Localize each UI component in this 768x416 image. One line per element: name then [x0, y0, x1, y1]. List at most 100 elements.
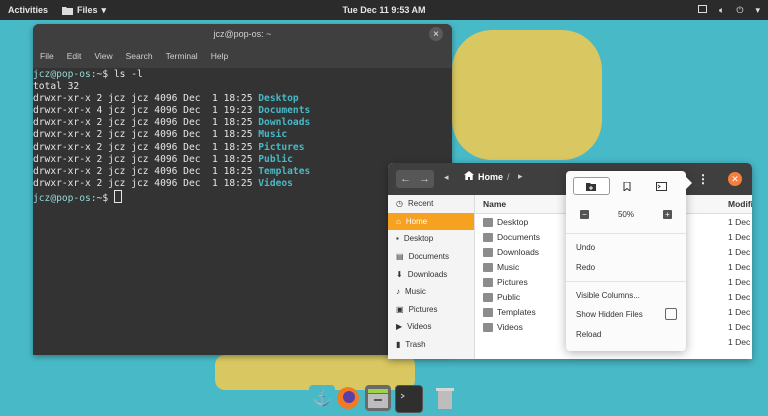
visible-columns-item[interactable]: Visible Columns... [576, 291, 640, 300]
terminal-icon[interactable] [395, 385, 423, 413]
download-icon: ⬇ [396, 269, 403, 279]
sidebar-item-pictures[interactable]: ▣ Pictures [388, 301, 474, 319]
zoom-control: − 50% + [580, 207, 672, 221]
terminal-title: jcz@pop-os: ~ [213, 29, 272, 39]
perm: drwxr-xr-x 2 jcz jcz 4096 Dec 1 18:25 [33, 117, 259, 129]
dir-name: Documents [258, 105, 311, 117]
folder-icon [483, 308, 493, 317]
show-hidden-checkbox[interactable] [665, 308, 677, 320]
sidebar-label: Trash [405, 340, 426, 350]
file-modified: 1 Dec [728, 262, 751, 272]
chevron-right-icon[interactable]: ▸ [518, 171, 523, 182]
separator: / [507, 171, 510, 182]
ls-entry: drwxr-xr-x 2 jcz jcz 4096 Dec 1 18:25 Pi… [33, 142, 452, 154]
prompt: jcz@pop-os: [33, 192, 97, 204]
desktop-icon: ▪ [396, 234, 399, 244]
window-icon [697, 5, 707, 15]
zoom-in-button[interactable]: + [662, 209, 672, 219]
perm: drwxr-xr-x 2 jcz jcz 4096 Dec 1 18:25 [33, 129, 259, 141]
sidebar-item-desktop[interactable]: ▪ Desktop [388, 230, 474, 248]
folder-icon [483, 278, 493, 287]
folder-icon [483, 248, 493, 257]
sidebar-item-trash[interactable]: ▮ Trash [388, 336, 474, 354]
terminal-icon[interactable] [644, 177, 679, 195]
reload-item[interactable]: Reload [576, 330, 601, 339]
prompt: jcz@pop-os: [33, 69, 97, 80]
sidebar-item-home[interactable]: ⌂ Home [388, 212, 474, 231]
ls-entry: drwxr-xr-x 4 jcz jcz 4096 Dec 1 19:23 Do… [33, 105, 452, 117]
menu-view[interactable]: View [94, 51, 112, 61]
top-bar: Activities Files ▾ Tue Dec 11 9:53 AM 🔈︎… [0, 0, 768, 20]
app-menu[interactable]: Files ▾ [62, 5, 106, 16]
dir-name: Music [258, 129, 288, 141]
folder-icon [483, 218, 493, 227]
ls-entry: drwxr-xr-x 2 jcz jcz 4096 Dec 1 18:25 Do… [33, 117, 452, 129]
file-name: Music [497, 262, 520, 272]
view-popover: − 50% + Undo Redo Visible Columns... Sho… [566, 171, 692, 351]
sidebar-label: Downloads [407, 269, 448, 279]
home-icon: ⌂ [396, 216, 401, 226]
terminal-titlebar[interactable]: jcz@pop-os: ~ × [33, 24, 452, 44]
back-icon[interactable]: ← [396, 170, 415, 188]
column-modified[interactable]: Modified [728, 199, 752, 209]
chevron-down-icon: ▾ [755, 4, 760, 15]
activities-button[interactable]: Activities [8, 5, 48, 15]
system-tray[interactable]: 🔈︎ ⏻ ▾ [697, 4, 760, 16]
power-icon: ⏻ [736, 4, 744, 15]
sidebar-item-music[interactable]: ♪ Music [388, 283, 474, 301]
file-modified: 1 Dec [728, 217, 751, 227]
file-name: Pictures [497, 277, 528, 287]
breadcrumb-home: Home [478, 171, 504, 182]
file-name: Videos [497, 322, 523, 332]
file-modified: 1 Dec [728, 307, 751, 317]
divider [566, 233, 686, 234]
prompt-path: ~$ [96, 69, 109, 80]
file-name: Desktop [497, 217, 529, 227]
close-icon[interactable]: ✕ [728, 172, 742, 186]
file-modified: 1 Dec [728, 322, 751, 332]
trash-icon[interactable] [432, 385, 458, 411]
forward-icon[interactable]: → [415, 170, 434, 188]
sidebar-item-documents[interactable]: ▤ Documents [388, 248, 474, 266]
chevron-down-icon: ▾ [101, 4, 107, 15]
total-line: total 32 [33, 81, 80, 93]
undo-item[interactable]: Undo [576, 243, 595, 252]
sidebar-item-recent[interactable]: ◷ Recent [388, 195, 474, 213]
menu-terminal[interactable]: Terminal [166, 51, 198, 61]
ls-entry: drwxr-xr-x 2 jcz jcz 4096 Dec 1 18:25 Mu… [33, 129, 452, 141]
video-icon: ▶ [396, 322, 403, 332]
divider [566, 281, 686, 282]
show-hidden-item[interactable]: Show Hidden Files [576, 310, 643, 319]
menu-edit[interactable]: Edit [67, 51, 82, 61]
ls-entry: drwxr-xr-x 2 jcz jcz 4096 Dec 1 18:25 De… [33, 93, 452, 105]
trash-icon: ▮ [396, 340, 401, 350]
sidebar-item-downloads[interactable]: ⬇ Downloads [388, 265, 474, 283]
folder-icon [483, 323, 493, 332]
sidebar-label: Desktop [403, 234, 434, 244]
folder-icon [483, 263, 493, 272]
file-modified: 1 Dec [728, 292, 751, 302]
anchor-icon[interactable]: ⚓ [309, 385, 335, 411]
files-icon[interactable] [365, 385, 391, 411]
close-icon[interactable]: × [429, 27, 443, 41]
breadcrumb[interactable]: Home / [464, 171, 510, 182]
sidebar-item-videos[interactable]: ▶ Videos [388, 318, 474, 336]
menu-help[interactable]: Help [211, 51, 228, 61]
command: ls -l [108, 69, 143, 80]
file-modified: 1 Dec [728, 337, 751, 347]
places-sidebar: ◷ Recent ⌂ Home ▪ Desktop ▤ Documents ⬇ Downl… [388, 195, 475, 359]
new-folder-icon[interactable] [573, 177, 610, 195]
more-vertical-icon[interactable]: ⋮ [695, 170, 711, 188]
column-name[interactable]: Name [483, 199, 506, 209]
zoom-out-button[interactable]: − [580, 209, 589, 219]
firefox-icon[interactable] [335, 385, 361, 411]
file-name: Downloads [497, 247, 540, 257]
chevron-left-icon[interactable]: ◂ [444, 172, 449, 183]
menu-file[interactable]: File [40, 51, 54, 61]
file-modified: 1 Dec [728, 232, 751, 242]
dir-name: Pictures [258, 141, 305, 153]
menu-search[interactable]: Search [126, 51, 153, 61]
bookmark-icon[interactable] [610, 177, 645, 195]
redo-item[interactable]: Redo [576, 263, 595, 272]
clock[interactable]: Tue Dec 11 9:53 AM [0, 5, 768, 15]
